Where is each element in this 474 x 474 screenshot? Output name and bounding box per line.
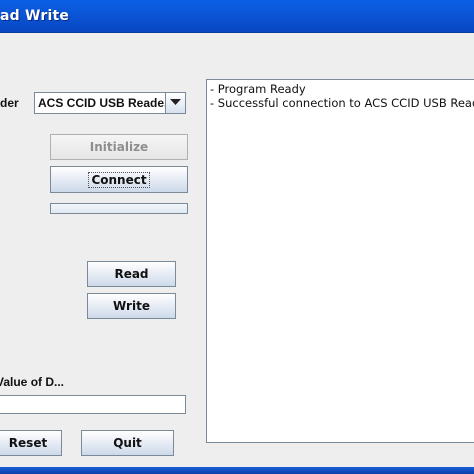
reset-button[interactable]: Reset xyxy=(0,430,62,456)
write-button[interactable]: Write xyxy=(87,293,176,319)
log-lines: - Program Ready - Successful connection … xyxy=(209,82,474,110)
read-button-label: Read xyxy=(114,267,149,281)
log-line: - Successful connection to ACS CCID USB … xyxy=(210,96,474,110)
reset-button-label: Reset xyxy=(8,436,48,450)
quit-button[interactable]: Quit xyxy=(81,430,174,456)
quit-button-label: Quit xyxy=(113,436,142,450)
data-value-input[interactable] xyxy=(0,395,186,414)
initialize-button-label: Initialize xyxy=(89,140,149,154)
data-value-label: Value of D... xyxy=(0,375,65,389)
reader-select-value: ACS CCID USB Reade... xyxy=(38,96,175,110)
connect-button[interactable]: Connect xyxy=(50,166,188,193)
read-button[interactable]: Read xyxy=(87,261,176,287)
log-line: - Program Ready xyxy=(210,82,306,96)
reader-label: der xyxy=(0,96,19,110)
log-textarea[interactable]: - Program Ready - Successful connection … xyxy=(206,79,474,443)
title-bar[interactable]: ad Write xyxy=(0,0,474,33)
progress-bar xyxy=(50,203,188,214)
initialize-button[interactable]: Initialize xyxy=(50,134,188,160)
window-bottom-border xyxy=(0,467,474,474)
connect-button-label: Connect xyxy=(88,171,150,188)
write-button-label: Write xyxy=(113,299,150,313)
chevron-down-icon[interactable] xyxy=(165,93,185,113)
window-title: ad Write xyxy=(0,8,70,24)
reader-select[interactable]: ACS CCID USB Reade... xyxy=(34,92,186,114)
